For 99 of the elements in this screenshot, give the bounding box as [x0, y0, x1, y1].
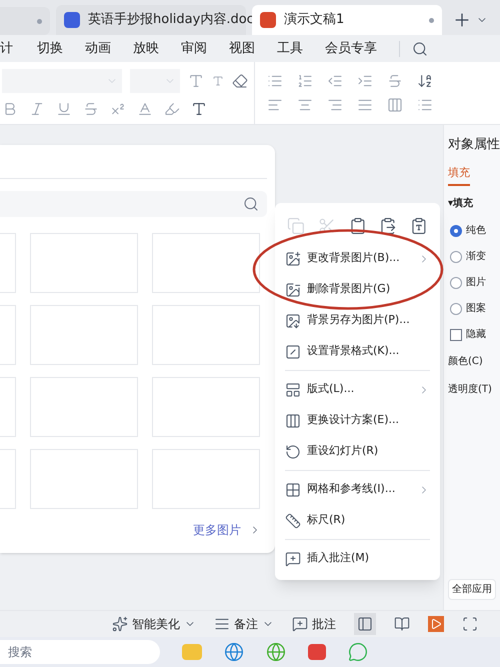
section-heading[interactable]: ▾填充	[448, 196, 500, 211]
radio-button[interactable]	[450, 250, 462, 262]
option-label: 图案	[466, 302, 486, 316]
menu-item[interactable]: 设置背景格式(K)...	[275, 336, 440, 367]
menu-tab[interactable]: 视图	[229, 38, 277, 58]
numbered-list-icon[interactable]	[297, 73, 313, 89]
image-plus-icon[interactable]	[285, 250, 301, 266]
menu-item[interactable]: 版式(L)...	[275, 374, 440, 405]
highlighter-icon[interactable]	[164, 101, 180, 117]
field-label: 颜色(C)	[448, 354, 484, 369]
outdent-icon[interactable]	[327, 73, 343, 89]
image-minus-icon[interactable]	[285, 282, 301, 298]
comment-icon[interactable]	[285, 550, 301, 566]
picture-thumbnail[interactable]	[152, 449, 260, 509]
checkbox[interactable]	[450, 328, 462, 340]
indent-icon[interactable]	[357, 73, 373, 89]
underline-icon[interactable]	[56, 101, 72, 117]
book-icon[interactable]	[394, 616, 410, 632]
status-button[interactable]: 备注	[214, 615, 274, 633]
paste-text-icon[interactable]	[410, 217, 428, 235]
menu-item[interactable]: 网格和参考线(I)...	[275, 474, 440, 505]
font-color-icon[interactable]	[137, 101, 153, 117]
menu-item[interactable]: 背景另存为图片(P)...	[275, 305, 440, 336]
office-app-icon[interactable]	[308, 644, 326, 660]
strikethrough-icon[interactable]	[83, 101, 99, 117]
eraser-icon[interactable]	[232, 73, 248, 89]
status-button[interactable]: 智能美化	[112, 615, 196, 633]
columns-icon[interactable]	[285, 412, 301, 428]
font-field[interactable]	[2, 69, 122, 93]
justify-icon[interactable]	[357, 97, 373, 113]
option-label: 纯色	[466, 224, 486, 238]
picture-thumbnail[interactable]	[152, 377, 260, 437]
menu-item[interactable]: 更换设计方案(E)...	[275, 405, 440, 436]
phonetic-icon[interactable]	[191, 101, 207, 117]
taskbar-search-field[interactable]: 搜索	[0, 640, 160, 664]
superscript-icon[interactable]	[110, 101, 126, 117]
menu-item[interactable]: 更改背景图片(B)...	[275, 243, 440, 274]
apply-all-button[interactable]: 全部应用	[448, 579, 496, 600]
comment-icon[interactable]	[292, 616, 308, 632]
paste-icon[interactable]	[379, 217, 398, 235]
menu-item[interactable]: 删除背景图片(G)	[275, 274, 440, 305]
radio-button[interactable]	[450, 302, 462, 314]
menu-tab[interactable]: 审阅	[181, 38, 229, 58]
browser-icon[interactable]	[224, 642, 244, 662]
search-icon[interactable]	[243, 196, 259, 212]
picture-thumbnail[interactable]	[30, 377, 138, 437]
align-center-icon[interactable]	[297, 97, 313, 113]
option-label: 隐藏	[466, 328, 486, 342]
option-label: 图片	[466, 276, 486, 290]
fit-icon[interactable]	[462, 616, 478, 632]
menu-tab[interactable]: 工具	[277, 38, 325, 58]
image-download-icon[interactable]	[285, 312, 301, 328]
radio-button[interactable]	[450, 276, 462, 288]
radio-button[interactable]	[450, 224, 462, 236]
status-button[interactable]: 批注	[292, 615, 336, 633]
tab-title: 英语手抄报holiday内容.doc	[88, 11, 254, 30]
menu-tab[interactable]: 会员专享	[325, 38, 399, 58]
menu-item[interactable]: 标尺(R)	[275, 505, 440, 536]
fill-tab[interactable]: 填充	[448, 164, 470, 186]
size-field[interactable]	[130, 69, 180, 93]
menu-tab[interactable]: 计	[0, 38, 37, 58]
search-icon[interactable]	[412, 40, 428, 56]
menu-item[interactable]: 重设幻灯片(R)	[275, 436, 440, 467]
option-label: 渐变	[466, 250, 486, 264]
picture-thumbnail[interactable]	[30, 449, 138, 509]
field-label: 透明度(T)	[448, 382, 493, 397]
paste-icon[interactable]	[348, 217, 366, 235]
copy-icon[interactable]	[287, 217, 305, 235]
picture-thumbnail[interactable]	[152, 233, 260, 293]
sparkle-icon[interactable]	[112, 616, 128, 632]
reset-icon[interactable]	[285, 444, 301, 460]
grid-icon[interactable]	[285, 482, 301, 498]
document-tab[interactable]: 演示文稿1	[252, 5, 442, 35]
search-field[interactable]	[0, 191, 267, 217]
menu-tab[interactable]: 放映	[133, 38, 181, 58]
slash-square-icon[interactable]	[285, 344, 301, 360]
play-button[interactable]	[428, 616, 444, 632]
sort-icon[interactable]	[417, 73, 433, 89]
ruler-icon[interactable]	[285, 512, 301, 528]
picture-thumbnail[interactable]	[30, 233, 138, 293]
browser-icon[interactable]	[266, 642, 286, 662]
picture-thumbnail[interactable]	[152, 305, 260, 365]
folder-icon[interactable]	[182, 644, 202, 660]
tab-title: 演示文稿1	[284, 11, 346, 30]
chat-icon[interactable]	[348, 642, 368, 662]
document-app-icon	[64, 12, 80, 28]
picture-thumbnail[interactable]	[30, 305, 138, 365]
panel-title: 对象属性	[448, 136, 500, 154]
text-format-icon[interactable]	[387, 73, 403, 89]
layout-icon[interactable]	[285, 382, 301, 398]
menu-tab[interactable]: 动画	[85, 38, 133, 58]
align-left-icon[interactable]	[267, 97, 283, 113]
menu-item[interactable]: 插入批注(M)	[275, 543, 440, 574]
notes-icon[interactable]	[214, 616, 230, 632]
menu-tab[interactable]: 切换	[37, 38, 85, 58]
italic-icon[interactable]	[29, 101, 45, 117]
align-right-icon[interactable]	[327, 97, 343, 113]
more-pictures-link[interactable]: 更多图片	[193, 521, 241, 539]
presentation-app-icon	[260, 12, 276, 28]
